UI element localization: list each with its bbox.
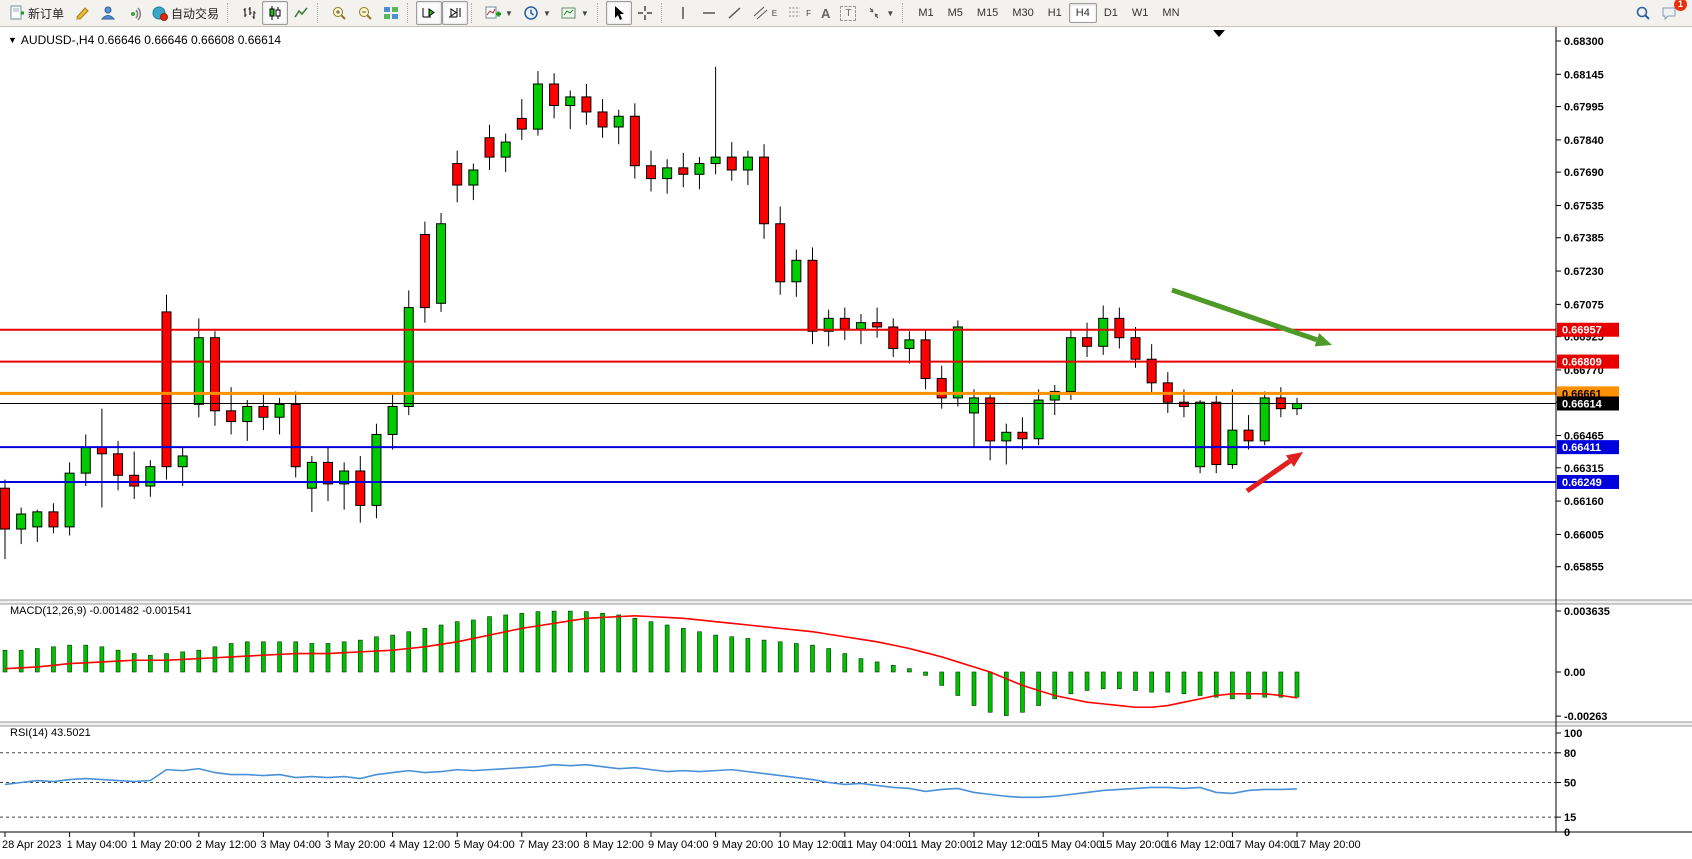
horizontal-line-icon: [701, 5, 717, 21]
zoom-in-icon: [331, 5, 347, 21]
tf-m5-button[interactable]: M5: [941, 3, 970, 23]
person-icon: [100, 5, 116, 21]
text-label-tool-button[interactable]: T: [835, 1, 861, 25]
line-chart-button[interactable]: [288, 1, 314, 25]
tf-m1-button[interactable]: M1: [911, 3, 940, 23]
equidistant-channel-icon: [753, 5, 769, 21]
toolbar-separator: [471, 3, 477, 23]
channel-tool-button[interactable]: E: [748, 1, 782, 25]
tile-windows-icon: [383, 5, 399, 21]
search-button[interactable]: [1630, 1, 1656, 25]
chart-shift-marker[interactable]: [1213, 30, 1225, 37]
pencil-button[interactable]: [69, 1, 95, 25]
indicators-button[interactable]: ▼: [480, 1, 518, 25]
text-tool-icon: A: [821, 6, 830, 21]
tf-h1-button[interactable]: H1: [1041, 3, 1069, 23]
crosshair-icon: [637, 5, 653, 21]
text-tool-button[interactable]: A: [816, 1, 835, 25]
trendline-icon: [727, 5, 743, 21]
bar-chart-button[interactable]: [236, 1, 262, 25]
templates-button[interactable]: ▼: [556, 1, 594, 25]
template-icon: [561, 5, 577, 21]
autotrading-button[interactable]: 自动交易: [147, 1, 224, 25]
zoom-in-button[interactable]: [326, 1, 352, 25]
symbol-dropdown-icon[interactable]: ▼: [8, 35, 17, 45]
cursor-tool-button[interactable]: [606, 1, 632, 25]
time-scale[interactable]: [0, 833, 1556, 859]
toolbar-separator: [597, 3, 603, 23]
arrows-tool-icon: [866, 5, 882, 21]
tf-mn-button[interactable]: MN: [1155, 3, 1186, 23]
channel-letter: E: [772, 9, 777, 18]
new-order-label: 新订单: [28, 5, 64, 22]
toolbar: 新订单 自动交易: [0, 0, 1692, 27]
dropdown-arrow-icon: ▼: [581, 9, 589, 18]
toolbar-separator: [227, 3, 233, 23]
horizontal-line-tool-button[interactable]: [696, 1, 722, 25]
macd-indicator-label: MACD(12,26,9) -0.001482 -0.001541: [10, 605, 192, 617]
new-order-icon: [9, 5, 25, 21]
chart-shift-button[interactable]: [442, 1, 468, 25]
tile-windows-button[interactable]: [378, 1, 404, 25]
vertical-line-tool-button[interactable]: [670, 1, 696, 25]
indicators-icon: [485, 5, 501, 21]
tf-m15-button[interactable]: M15: [970, 3, 1005, 23]
tf-d1-button[interactable]: D1: [1097, 3, 1125, 23]
bar-chart-icon: [241, 5, 257, 21]
chart-symbol-title: ▼AUDUSD-,H4 0.66646 0.66646 0.66608 0.66…: [8, 33, 281, 47]
dropdown-arrow-icon: ▼: [543, 9, 551, 18]
toolbar-separator: [317, 3, 323, 23]
dropdown-arrow-icon: ▼: [886, 9, 894, 18]
pencil-icon: [74, 5, 90, 21]
rsi-indicator-label: RSI(14) 43.5021: [10, 727, 91, 739]
chat-button[interactable]: 1: [1656, 1, 1682, 25]
tf-h4-button[interactable]: H4: [1069, 3, 1097, 23]
search-icon: [1635, 5, 1651, 21]
toolbar-separator: [902, 3, 908, 23]
auto-scroll-icon: [421, 5, 437, 21]
chart-canvas[interactable]: 0.683000.681450.679950.678400.676900.675…: [0, 27, 1692, 859]
market-watch-button[interactable]: [95, 1, 121, 25]
chart-window: 0.683000.681450.679950.678400.676900.675…: [0, 27, 1692, 859]
crosshair-tool-button[interactable]: [632, 1, 658, 25]
auto-scroll-button[interactable]: [416, 1, 442, 25]
cursor-icon: [611, 5, 627, 21]
tf-m30-button[interactable]: M30: [1005, 3, 1040, 23]
periods-button[interactable]: ▼: [518, 1, 556, 25]
price-scale[interactable]: [1556, 27, 1692, 832]
trendline-tool-button[interactable]: [722, 1, 748, 25]
line-chart-icon: [293, 5, 309, 21]
toolbar-separator: [407, 3, 413, 23]
signal-icon: [126, 5, 142, 21]
chart-shift-icon: [447, 5, 463, 21]
toolbar-separator: [661, 3, 667, 23]
candlestick-button[interactable]: [262, 1, 288, 25]
fibonacci-icon: [787, 5, 803, 21]
signal-button[interactable]: [121, 1, 147, 25]
vertical-line-icon: [675, 5, 691, 21]
dropdown-arrow-icon: ▼: [505, 9, 513, 18]
fibonacci-tool-button[interactable]: F: [782, 1, 816, 25]
autotrading-label: 自动交易: [171, 5, 219, 22]
clock-icon: [523, 5, 539, 21]
trading-app-window: 新订单 自动交易: [0, 0, 1692, 859]
zoom-out-button[interactable]: [352, 1, 378, 25]
tf-w1-button[interactable]: W1: [1125, 3, 1156, 23]
autotrading-icon: [152, 5, 168, 21]
arrows-tool-button[interactable]: ▼: [861, 1, 899, 25]
zoom-out-icon: [357, 5, 373, 21]
candlestick-icon: [267, 5, 283, 21]
text-label-icon: T: [840, 6, 856, 21]
new-order-button[interactable]: 新订单: [4, 1, 69, 25]
fibo-letter: F: [806, 9, 811, 18]
chat-badge: 1: [1674, 0, 1687, 11]
